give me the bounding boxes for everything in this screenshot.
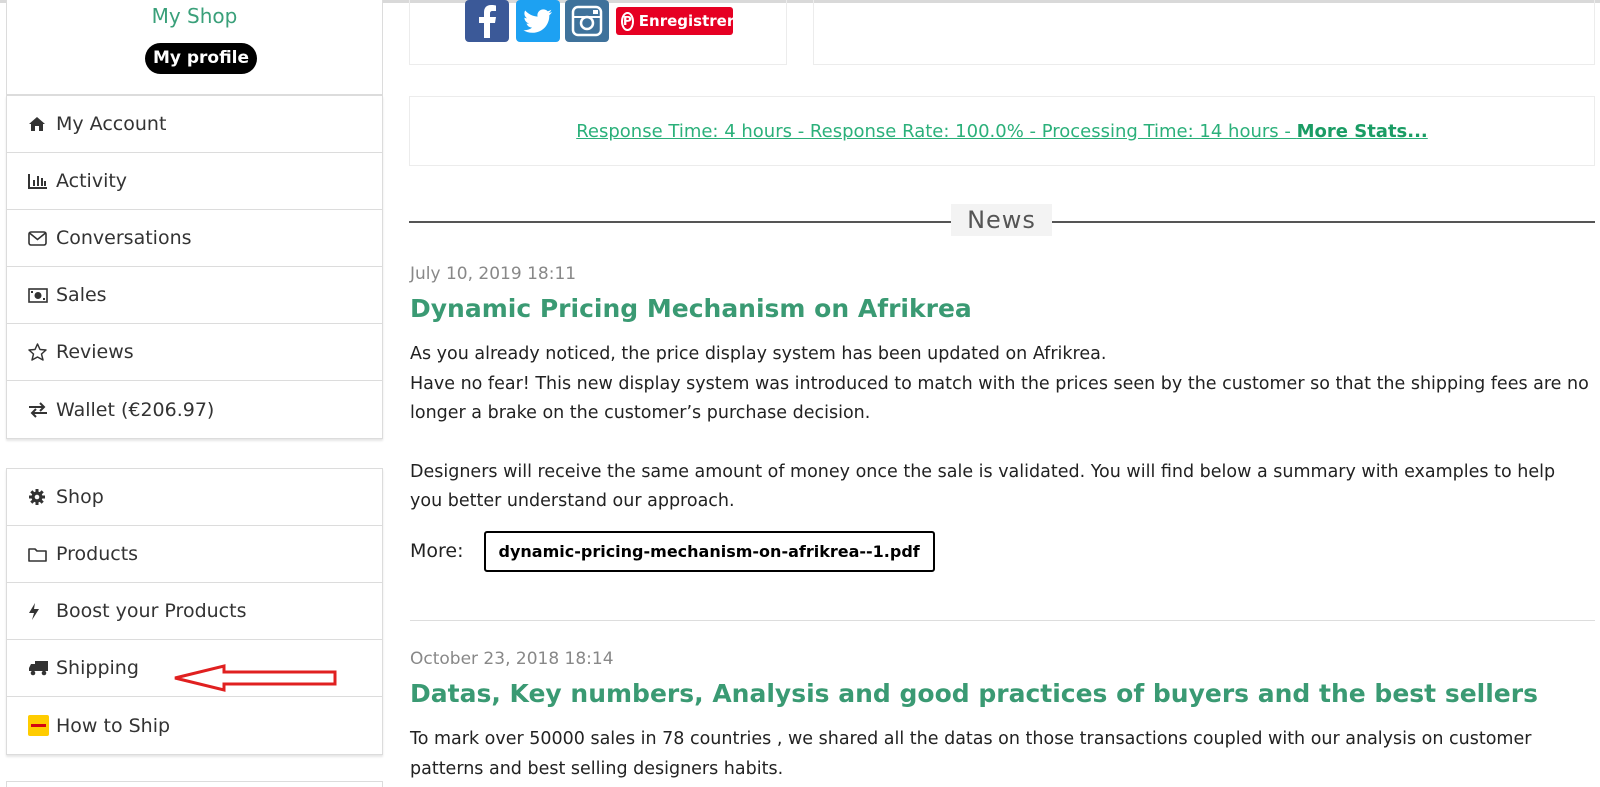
more-label: More: [410, 540, 464, 562]
my-profile-button[interactable]: My profile [145, 43, 257, 74]
news-heading: News [951, 204, 1052, 236]
sidebar-item-boost-products[interactable]: Boost your Products [7, 583, 382, 640]
news-section-header: News [409, 204, 1595, 236]
sidebar-item-reviews[interactable]: Reviews [7, 324, 382, 381]
empty-panel [813, 0, 1595, 65]
news-article: October 23, 2018 18:14 Datas, Key number… [410, 649, 1590, 784]
pinterest-save-button[interactable]: P Enregistrer [616, 7, 735, 35]
gear-icon [28, 488, 56, 506]
sidebar-item-label: Boost your Products [56, 600, 247, 622]
attachment-row: More: dynamic-pricing-mechanism-on-afrik… [410, 530, 1590, 572]
social-share-box: P Enregistrer [409, 0, 787, 65]
sidebar-item-products[interactable]: Products [7, 526, 382, 583]
money-icon [28, 287, 56, 303]
sidebar-item-wallet[interactable]: Wallet (€206.97) [7, 381, 382, 438]
sidebar-item-shop[interactable]: Shop [7, 469, 382, 526]
article-title[interactable]: Dynamic Pricing Mechanism on Afrikrea [410, 292, 1590, 326]
facebook-share-icon[interactable] [465, 0, 509, 42]
sidebar-item-how-to-ship[interactable]: How to Ship [7, 697, 382, 754]
dhl-icon [28, 715, 56, 736]
instagram-share-icon[interactable] [565, 0, 609, 42]
sidebar-item-label: Sales [56, 284, 107, 306]
sidebar-item-my-account[interactable]: My Account [7, 96, 382, 153]
shop-stats-link[interactable]: Response Time: 4 hours - Response Rate: … [576, 121, 1428, 142]
sidebar-item-label: Conversations [56, 227, 192, 249]
sidebar-item-label: Shipping [56, 657, 139, 679]
sidebar-item-label: How to Ship [56, 714, 171, 737]
article-paragraph: Designers will receive the same amount o… [410, 461, 1556, 512]
shop-name-link[interactable]: My Shop [7, 4, 382, 28]
sidebar-item-label: Products [56, 543, 139, 565]
shop-menu: Shop Products Boost your Products Shippi… [6, 468, 383, 755]
account-menu: My Account Activity Conversations Sales … [6, 95, 383, 439]
article-paragraph: To mark over 50000 sales in 78 countries… [410, 729, 1532, 779]
folder-icon [28, 547, 56, 562]
bar-chart-icon [28, 173, 56, 189]
sidebar-item-label: Activity [56, 170, 128, 192]
news-article: July 10, 2019 18:11 Dynamic Pricing Mech… [410, 264, 1590, 572]
article-date: October 23, 2018 18:14 [410, 649, 614, 669]
pinterest-icon: P [621, 11, 634, 31]
envelope-icon [28, 230, 56, 246]
more-stats-link[interactable]: More Stats... [1297, 121, 1428, 142]
more-menu [6, 781, 383, 787]
stats-text: Response Time: 4 hours - Response Rate: … [576, 120, 1297, 142]
sidebar-item-activity[interactable]: Activity [7, 153, 382, 210]
sidebar-item-label: Wallet (€206.97) [56, 398, 215, 421]
exchange-icon [28, 401, 56, 418]
star-icon [28, 343, 56, 361]
sidebar-item-sales[interactable]: Sales [7, 267, 382, 324]
shop-stats-box: Response Time: 4 hours - Response Rate: … [409, 96, 1595, 166]
pinterest-label: Enregistrer [638, 12, 735, 30]
article-date: July 10, 2019 18:11 [410, 264, 577, 284]
twitter-share-icon[interactable] [516, 0, 560, 42]
truck-icon [28, 660, 56, 676]
pdf-attachment-button[interactable]: dynamic-pricing-mechanism-on-afrikrea--1… [483, 530, 935, 572]
bolt-icon [28, 602, 56, 621]
annotation-arrow [174, 664, 337, 692]
article-paragraph: As you already noticed, the price displa… [410, 344, 1589, 423]
sidebar-item-label: My Account [56, 113, 167, 135]
article-title[interactable]: Datas, Key numbers, Analysis and good pr… [410, 677, 1590, 711]
sidebar-item-label: Shop [56, 486, 104, 508]
home-icon [28, 116, 56, 132]
sidebar-item-label: Reviews [56, 341, 134, 363]
profile-card: My Shop My profile [6, 0, 383, 95]
sidebar-item-conversations[interactable]: Conversations [7, 210, 382, 267]
article-separator [410, 620, 1595, 621]
